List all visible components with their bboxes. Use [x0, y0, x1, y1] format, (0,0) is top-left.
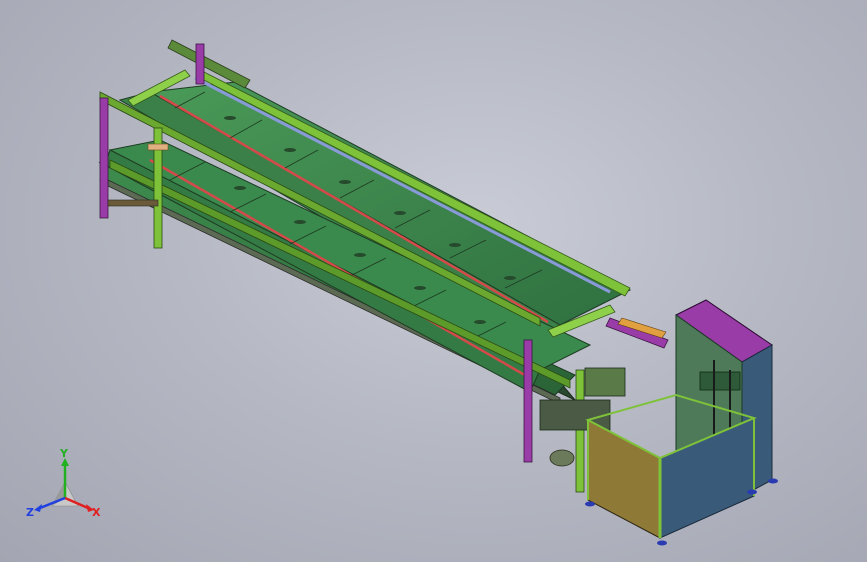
z-axis-label: Z — [26, 506, 34, 519]
cad-viewport[interactable]: Y X Z — [0, 0, 867, 562]
y-axis-label: Y — [59, 448, 69, 460]
conveyor-model[interactable] — [0, 0, 867, 562]
machine-cabinet[interactable] — [585, 299, 778, 546]
x-axis-label: X — [92, 506, 101, 519]
interior-bracket — [699, 371, 741, 391]
orientation-triad[interactable]: Y X Z — [22, 448, 108, 528]
z-axis-arrowhead — [34, 504, 42, 512]
